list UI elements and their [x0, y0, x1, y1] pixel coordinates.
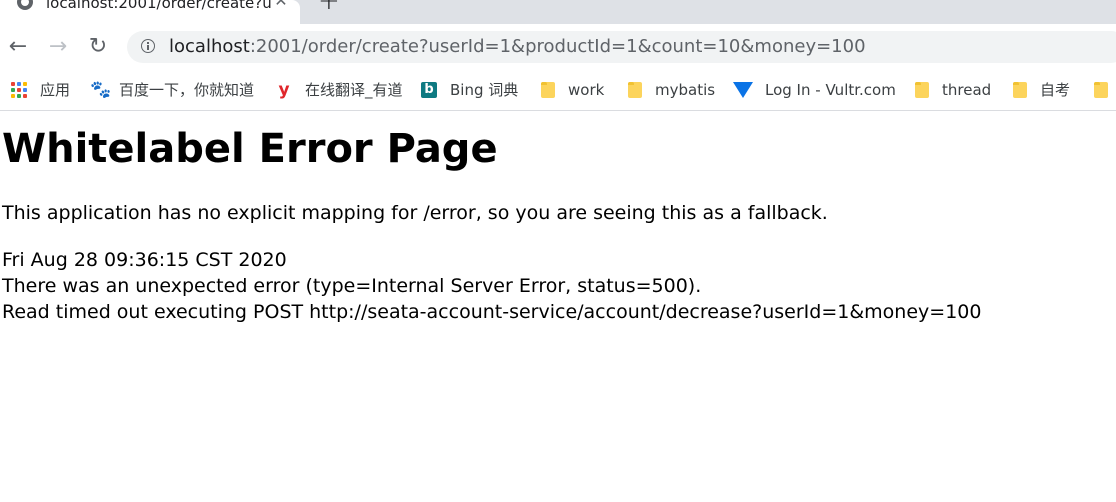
bookmark-label: 应用	[40, 81, 71, 99]
folder-icon	[915, 82, 929, 98]
bookmark-youdao[interactable]: y 在线翻译_有道	[276, 79, 403, 101]
folder-icon	[1013, 82, 1027, 98]
bookmark-label: thread	[942, 81, 992, 99]
page-content: Whitelabel Error Page This application h…	[0, 111, 1116, 502]
bookmark-label: 百度一下，你就知道	[119, 81, 255, 99]
toolbar: ← → ↻ localhost:2001/order/create?userId…	[0, 24, 1116, 70]
url-host: localhost	[169, 36, 250, 57]
tab-strip: localhost:2001/order/create?u ✕ +	[0, 0, 1116, 24]
info-icon[interactable]	[141, 39, 155, 53]
folder-icon	[1094, 82, 1108, 98]
bookmark-folder-work[interactable]: work	[541, 79, 604, 101]
explanation-text: This application has no explicit mapping…	[2, 202, 828, 224]
bookmarks-bar: 应用 🐾 百度一下，你就知道 y 在线翻译_有道 b Bing 词典 work …	[0, 70, 1116, 111]
bookmark-folder-mybatis[interactable]: mybatis	[628, 79, 715, 101]
bookmark-label: work	[568, 81, 605, 99]
reload-icon[interactable]: ↻	[87, 36, 109, 58]
folder-icon	[628, 82, 642, 98]
page-title: Whitelabel Error Page	[2, 126, 498, 172]
url-path: :2001/order/create?userId=1&productId=1&…	[249, 36, 866, 57]
bookmark-folder-overflow[interactable]	[1094, 79, 1116, 101]
new-tab-icon[interactable]: +	[318, 0, 340, 14]
bookmark-folder-zikao[interactable]: 自考	[1013, 79, 1070, 101]
vultr-icon	[733, 82, 753, 98]
active-tab[interactable]: localhost:2001/order/create?u ✕	[0, 0, 300, 24]
address-bar[interactable]: localhost:2001/order/create?userId=1&pro…	[127, 31, 1116, 63]
close-tab-icon[interactable]: ✕	[273, 0, 289, 9]
bookmark-folder-thread[interactable]: thread	[915, 79, 991, 101]
bookmark-label: 自考	[1040, 81, 1071, 99]
error-timestamp: Fri Aug 28 09:36:15 CST 2020	[2, 249, 287, 271]
forward-arrow-icon[interactable]: →	[47, 36, 69, 58]
bookmark-baidu[interactable]: 🐾 百度一下，你就知道	[90, 79, 254, 101]
browser-chrome: localhost:2001/order/create?u ✕ + ← → ↻ …	[0, 0, 1116, 111]
error-message: Read timed out executing POST http://sea…	[2, 301, 982, 323]
bing-icon: b	[421, 82, 437, 98]
back-arrow-icon[interactable]: ←	[7, 36, 29, 58]
bookmark-bing[interactable]: b Bing 词典	[421, 79, 518, 101]
apps-icon	[11, 82, 27, 98]
youdao-icon: y	[278, 80, 290, 100]
folder-icon	[541, 82, 555, 98]
bookmark-label: Bing 词典	[450, 81, 519, 99]
baidu-paw-icon: 🐾	[90, 80, 112, 100]
bookmark-label: mybatis	[655, 81, 716, 99]
error-type-text: There was an unexpected error (type=Inte…	[2, 275, 702, 297]
url-text[interactable]: localhost:2001/order/create?userId=1&pro…	[169, 37, 866, 57]
tab-title: localhost:2001/order/create?u	[46, 0, 272, 12]
bookmark-apps[interactable]: 应用	[11, 79, 70, 101]
globe-icon	[17, 0, 33, 10]
bookmark-vultr[interactable]: Log In - Vultr.com	[733, 79, 896, 101]
bookmark-label: Log In - Vultr.com	[765, 81, 896, 99]
bookmark-label: 在线翻译_有道	[305, 81, 403, 99]
